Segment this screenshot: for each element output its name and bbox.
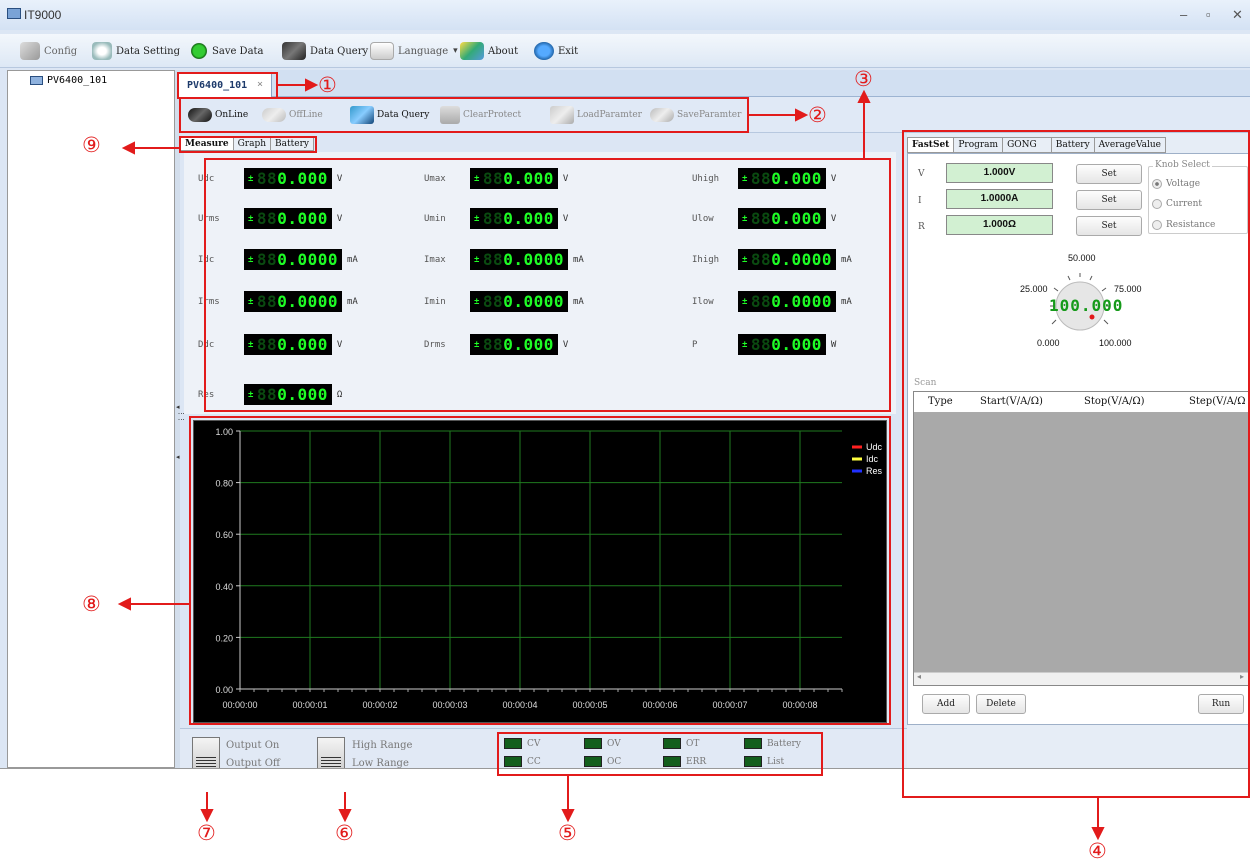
callout-number-7: ⑦ (197, 821, 216, 845)
callout-box-4 (902, 130, 1250, 798)
info-icon (460, 42, 484, 60)
about-button[interactable]: About (460, 40, 518, 62)
exit-icon (534, 42, 554, 60)
expand-arrow-icon: ◂ (176, 454, 180, 461)
device-icon (30, 76, 43, 85)
callout-box-2 (179, 97, 749, 133)
config-label: Config (44, 45, 78, 57)
callout-number-8: ⑧ (82, 592, 101, 616)
callout-box-1 (177, 72, 278, 99)
maximize-button[interactable]: ▫ (1206, 7, 1211, 22)
high-range-label: High Range (352, 740, 413, 751)
switch-grip-icon (321, 757, 341, 767)
output-switch[interactable] (192, 737, 220, 768)
language-dropdown[interactable]: Language ▾ (370, 40, 458, 62)
data-setting-button[interactable]: Data Setting (92, 40, 180, 62)
callout-number-3: ③ (854, 67, 873, 91)
tree-node-label: PV6400_101 (47, 75, 108, 86)
data-setting-label: Data Setting (116, 45, 180, 57)
close-button[interactable]: ✕ (1232, 7, 1243, 23)
callout-number-1: ① (318, 73, 337, 97)
app-icon (7, 8, 21, 19)
save-data-button[interactable]: Save Data (190, 40, 264, 62)
callout-box-8 (189, 416, 891, 725)
low-range-label: Low Range (352, 758, 409, 768)
callout-box-5 (497, 732, 823, 776)
output-on-label: Output On (226, 740, 280, 751)
callout-box-9 (179, 136, 317, 153)
main-toolbar: Config Data Setting Save Data Data Query… (0, 34, 1250, 68)
language-label: Language (398, 45, 449, 57)
document-tab-strip (180, 70, 1250, 97)
data-query-label: Data Query (310, 45, 369, 57)
exit-button[interactable]: Exit (534, 40, 578, 62)
output-off-label: Output Off (226, 758, 280, 768)
callout-number-2: ② (808, 103, 827, 127)
range-switch[interactable] (317, 737, 345, 768)
callout-number-6: ⑥ (335, 821, 354, 845)
device-tree: PV6400_101 (7, 70, 175, 768)
chevron-down-icon: ▾ (453, 46, 458, 56)
config-button[interactable]: Config (20, 40, 77, 62)
save-data-label: Save Data (212, 45, 264, 57)
switch-grip-icon (196, 757, 216, 767)
arrow-right-icon (190, 42, 208, 60)
about-label: About (488, 45, 519, 57)
minimize-button[interactable]: – (1180, 7, 1187, 22)
meter-icon (282, 42, 306, 60)
title-bar: IT9000 – ▫ ✕ (0, 0, 1250, 30)
callout-box-3 (204, 158, 891, 412)
grip-icon: ⋮⋮ (177, 410, 184, 422)
callout-number-9: ⑨ (82, 133, 101, 157)
panel-splitter[interactable]: ◂ ⋮⋮ ◂ (175, 70, 184, 768)
clock-icon (92, 42, 112, 60)
window-title: IT9000 (24, 8, 62, 22)
document-icon (370, 42, 394, 60)
data-query-toolbar-button[interactable]: Data Query (282, 40, 368, 62)
gear-icon (20, 42, 40, 60)
tree-node-device[interactable]: PV6400_101 (30, 75, 107, 86)
callout-number-4: ④ (1088, 839, 1107, 863)
exit-label: Exit (558, 45, 579, 57)
callout-number-5: ⑤ (558, 821, 577, 845)
